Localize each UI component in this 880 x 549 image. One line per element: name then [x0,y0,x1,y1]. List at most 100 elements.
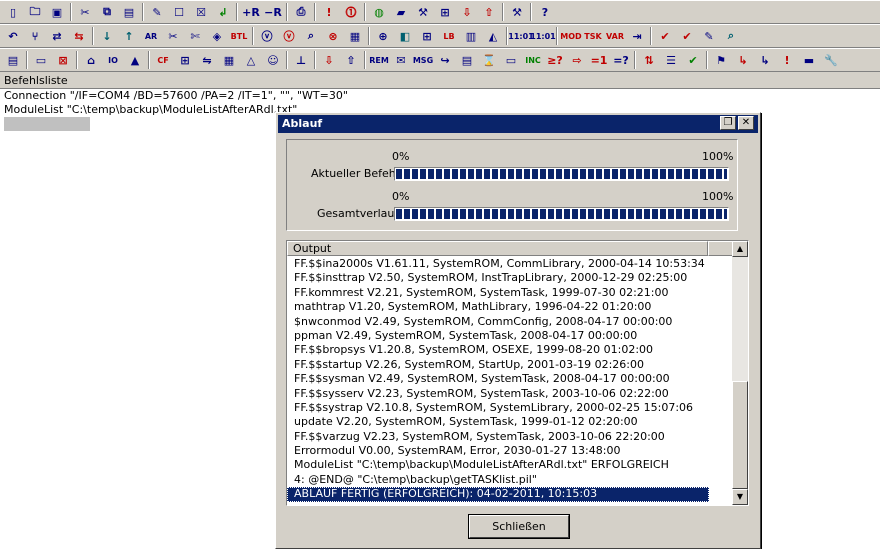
ruler-icon[interactable]: ▰ [390,2,412,22]
search-icon[interactable]: ⌕ [720,26,742,46]
tools-icon[interactable]: ⚒ [412,2,434,22]
import-icon[interactable]: ⇩ [318,50,340,70]
close-button[interactable]: Schließen [469,515,569,538]
magnifier-icon[interactable]: ⌕ [300,26,322,46]
v-circle-icon[interactable]: ⓥ [256,26,278,46]
flag-icon[interactable]: ⚑ [710,50,732,70]
clock1-icon[interactable]: 11:01 [508,26,533,46]
tree-icon[interactable]: ⊞ [174,50,196,70]
ok-icon[interactable]: ✔ [682,50,704,70]
scroll-down-icon[interactable]: ▼ [732,489,748,505]
new-file-icon[interactable]: ▯ [2,2,24,22]
paste-icon[interactable]: ▤ [118,2,140,22]
output-line[interactable]: FF.$$sysserv V2.23, SystemROM, SystemTas… [287,387,734,401]
output-line[interactable]: 4: @END@ "C:\temp\backup\getTASKlist.pil… [287,473,734,487]
ar-icon[interactable]: AR [140,26,162,46]
window-icon[interactable]: ▭ [30,50,52,70]
clock2-icon[interactable]: 11:01 [530,26,555,46]
warn-icon[interactable]: △ [240,50,262,70]
home-icon[interactable]: ⌂ [80,50,102,70]
connect-icon[interactable]: ⇋ [196,50,218,70]
output-scrollbar[interactable]: ▲ ▼ [732,241,748,505]
signal-icon[interactable]: ▲ [124,50,146,70]
clipboard-icon[interactable]: ▤ [2,50,24,70]
lb-icon[interactable]: LB [438,26,460,46]
output-line[interactable]: FF.$$insttrap V2.50, SystemROM, InstTrap… [287,271,734,285]
open-folder-icon[interactable]: 🗀 [24,2,46,22]
branch-icon[interactable]: ⑂ [24,26,46,46]
smile-icon[interactable]: ☺ [262,50,284,70]
output-list[interactable]: Output FF.$$ina2000s V1.61.11, SystemROM… [286,240,749,506]
wrench-icon[interactable]: 🔧 [820,50,842,70]
tsk-icon[interactable]: TSK [582,26,604,46]
scissors-icon[interactable]: ✂ [162,26,184,46]
output-line[interactable]: ppman V2.49, SystemROM, SystemTask, 2008… [287,329,734,343]
output-line[interactable]: FF.$$varzug V2.23, SystemROM, SystemTask… [287,430,734,444]
globe-icon[interactable]: ◍ [368,2,390,22]
book-icon[interactable]: ▥ [460,26,482,46]
help-icon[interactable]: ? [534,2,556,22]
restore-icon[interactable]: ❐ [720,116,736,130]
download-icon[interactable]: ⇩ [456,2,478,22]
command-line[interactable]: Connection "/IF=COM4 /BD=57600 /PA=2 /IT… [0,89,880,103]
output-line[interactable]: mathtrap V1.20, SystemROM, MathLibrary, … [287,300,734,314]
output-line[interactable]: FF.$$startup V2.26, SystemROM, StartUp, … [287,358,734,372]
tag-icon[interactable]: ◈ [206,26,228,46]
output-line-selected[interactable]: ABLAUF FERTIG (ERFOLGREICH): 04-02-2011,… [287,487,709,502]
undo-icon[interactable]: ↶ [2,26,24,46]
mod-icon[interactable]: MOD [560,26,582,46]
compare-icon[interactable]: =? [610,50,632,70]
scroll-thumb[interactable] [732,381,748,489]
terminal-icon[interactable]: ▬ [798,50,820,70]
edit-icon[interactable]: ✎ [146,2,168,22]
layout-icon[interactable]: ▦ [218,50,240,70]
check-red2-icon[interactable]: ✔ [676,26,698,46]
output-line[interactable]: FF.kommrest V2.21, SystemROM, SystemTask… [287,286,734,300]
export-icon[interactable]: ⇥ [626,26,648,46]
msg-icon[interactable]: MSG [412,50,434,70]
uncheck-icon[interactable]: ☐ [168,2,190,22]
form-icon[interactable]: ▤ [456,50,478,70]
pipe-icon[interactable]: ≥? [544,50,566,70]
swap-icon[interactable]: ⇆ [68,26,90,46]
flow-icon[interactable]: ⇄ [46,26,68,46]
graph-icon[interactable]: ⊞ [416,26,438,46]
chip-icon[interactable]: ▦ [344,26,366,46]
close-icon[interactable]: ✕ [738,116,754,130]
check-red-icon[interactable]: ✔ [654,26,676,46]
v-red-circle-icon[interactable]: ⓥ [278,26,300,46]
stop-icon[interactable]: ⊗ [322,26,344,46]
output-line[interactable]: FF.$$systrap V2.10.8, SystemROM, SystemL… [287,401,734,415]
delete-box-icon[interactable]: ☒ [190,2,212,22]
output-line[interactable]: Errormodul V0.00, SystemRAM, Error, 2030… [287,444,734,458]
mail-icon[interactable]: ✉ [390,50,412,70]
print-icon[interactable]: ⎙ [290,2,312,22]
jump2-icon[interactable]: ↳ [754,50,776,70]
pencil-icon[interactable]: ✎ [698,26,720,46]
x-window-icon[interactable]: ⊠ [52,50,74,70]
output-line[interactable]: FF.$$sysman V2.49, SystemROM, SystemTask… [287,372,734,386]
export2-icon[interactable]: ⇧ [340,50,362,70]
output-line[interactable]: FF.$$bropsys V1.20.8, SystemROM, OSEXE, … [287,343,734,357]
arrow-down-icon[interactable]: ↓ [96,26,118,46]
output-line[interactable]: FF.$$ina2000s V1.61.11, SystemROM, CommL… [287,257,734,271]
output-line[interactable]: $nwconmod V2.49, SystemROM, CommConfig, … [287,315,734,329]
empty-command-line-selected[interactable] [4,117,90,131]
add-r-icon[interactable]: +R [240,2,262,22]
var-icon[interactable]: VAR [604,26,626,46]
cube-icon[interactable]: ◧ [394,26,416,46]
save-icon[interactable]: ▣ [46,2,68,22]
copy-icon[interactable]: ⧉ [96,2,118,22]
inc-icon[interactable]: INC [522,50,544,70]
exclamation-circle-icon[interactable]: ⓵ [340,2,362,22]
org-icon[interactable]: ⊥ [290,50,312,70]
cf-icon[interactable]: CF [152,50,174,70]
output-line[interactable]: update V2.20, SystemROM, SystemTask, 199… [287,415,734,429]
output-line[interactable]: ModuleList "C:\temp\backup\ModuleListAft… [287,458,734,472]
warn2-icon[interactable]: ! [776,50,798,70]
hammer-icon[interactable]: ⚒ [506,2,528,22]
assign-icon[interactable]: =1 [588,50,610,70]
rem-icon[interactable]: REM [368,50,390,70]
scroll-up-icon[interactable]: ▲ [732,241,748,257]
upload-icon[interactable]: ⇧ [478,2,500,22]
